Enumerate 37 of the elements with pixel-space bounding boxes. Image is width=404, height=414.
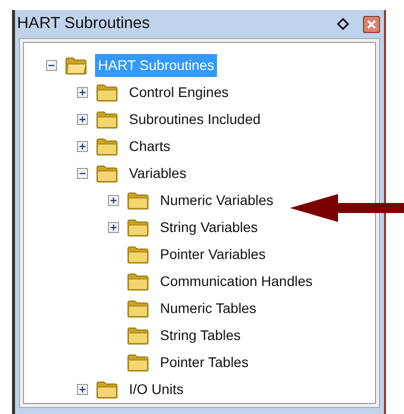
tree-item[interactable]: Pointer Variables	[157, 243, 269, 266]
folder-icon	[127, 326, 149, 344]
expand-icon[interactable]	[77, 141, 88, 152]
expand-icon[interactable]	[108, 195, 119, 206]
folder-icon	[127, 192, 149, 210]
folder-icon	[96, 84, 118, 102]
tree-item[interactable]: Charts	[126, 135, 174, 158]
tree-item[interactable]: Communication Handles	[157, 270, 316, 293]
folder-icon	[127, 272, 149, 290]
folder-icon	[127, 354, 149, 372]
folder-icon	[96, 164, 118, 182]
folder-icon	[127, 246, 149, 264]
folder-icon	[96, 138, 118, 156]
tree-item[interactable]: Numeric Variables	[157, 189, 276, 212]
tree-item[interactable]: Subroutines Included	[126, 108, 264, 131]
tree-item[interactable]: String Tables	[157, 324, 244, 347]
tree-item[interactable]: Pointer Tables	[157, 351, 252, 374]
tree-item[interactable]: Numeric Tables	[157, 297, 260, 320]
folder-icon	[127, 300, 149, 318]
expand-icon[interactable]	[77, 114, 88, 125]
close-button[interactable]	[363, 16, 380, 32]
close-icon	[367, 20, 376, 28]
collapse-icon[interactable]	[46, 60, 57, 71]
folder-icon	[96, 380, 118, 398]
expand-icon[interactable]	[108, 222, 119, 233]
tree-item[interactable]: String Variables	[157, 216, 261, 239]
window-title: HART Subroutines	[17, 14, 151, 34]
collapse-icon[interactable]	[77, 168, 88, 179]
tree-item[interactable]: I/O Units	[126, 378, 186, 401]
pin-icon[interactable]	[337, 18, 349, 30]
expand-icon[interactable]	[77, 384, 88, 395]
folder-icon	[127, 218, 149, 236]
tree-item[interactable]: Control Engines	[126, 81, 232, 104]
folder-icon	[96, 110, 118, 128]
open-folder-icon	[65, 56, 87, 74]
tree-item[interactable]: Variables	[126, 162, 190, 185]
expand-icon[interactable]	[77, 87, 88, 98]
